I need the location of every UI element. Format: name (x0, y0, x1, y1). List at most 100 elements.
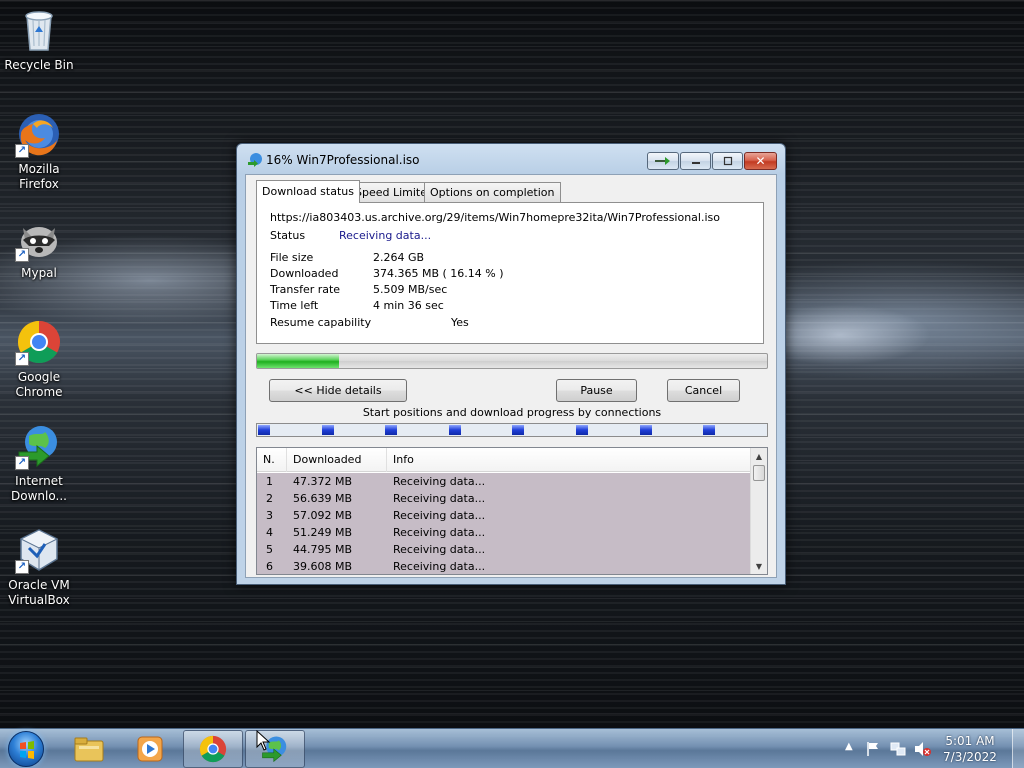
connection-marker (576, 425, 588, 435)
taskbar: ▲ 5:01 AM 7/3/2022 (0, 728, 1024, 768)
table-scrollbar[interactable]: ▲ ▼ (750, 448, 767, 574)
minimize-icon (691, 162, 700, 164)
hide-details-button[interactable]: << Hide details (269, 379, 407, 402)
table-row[interactable]: 2 56.639 MB Receiving data... (257, 490, 750, 507)
file-explorer-icon (74, 737, 104, 762)
desktop-icon-label: Recycle Bin (4, 58, 74, 72)
scroll-up-icon[interactable]: ▲ (751, 448, 767, 464)
minimize-to-tray-button[interactable] (647, 152, 679, 170)
scroll-down-icon[interactable]: ▼ (751, 558, 767, 574)
clock-date: 7/3/2022 (943, 750, 997, 764)
transfer-rate-label: Transfer rate (270, 283, 341, 296)
desktop-icon-recycle-bin[interactable]: Recycle Bin (2, 6, 76, 73)
row-info: Receiving data... (393, 492, 486, 505)
taskbar-media-player[interactable] (120, 730, 180, 768)
window-client-area: Download status Speed Limiter Options on… (245, 174, 777, 578)
row-number: 3 (266, 509, 273, 522)
taskbar-chrome[interactable] (183, 730, 243, 768)
desktop-icon-mypal[interactable]: ↗ Mypal (2, 214, 76, 281)
resume-capability-label: Resume capability (270, 316, 372, 329)
column-header-number[interactable]: N. (257, 448, 287, 472)
taskbar-file-explorer[interactable] (59, 730, 119, 768)
maximize-icon (723, 156, 732, 166)
internet-download-manager-icon: ↗ (15, 422, 63, 470)
tab-label: Options on completion (430, 186, 555, 199)
chrome-icon: ↗ (15, 318, 63, 366)
desktop-icon-internet-download-manager[interactable]: ↗ Internet Downlo... (2, 422, 76, 504)
desktop-icon-virtualbox[interactable]: ↗ Oracle VM VirtualBox (2, 526, 76, 608)
internet-download-manager-icon (247, 152, 263, 168)
row-downloaded: 51.249 MB (293, 526, 353, 539)
download-url: https://ia803403.us.archive.org/29/items… (270, 211, 720, 224)
chrome-icon (199, 735, 227, 763)
transfer-rate-value: 5.509 MB/sec (373, 283, 448, 296)
shortcut-arrow-icon: ↗ (15, 144, 29, 158)
shortcut-arrow-icon: ↗ (15, 560, 29, 574)
shortcut-arrow-icon: ↗ (15, 248, 29, 262)
column-header-downloaded[interactable]: Downloaded (287, 448, 387, 472)
system-clock[interactable]: 5:01 AM 7/3/2022 (930, 733, 1010, 765)
desktop-icon-firefox[interactable]: ↗ Mozilla Firefox (2, 110, 76, 192)
download-progress-bar (256, 353, 768, 369)
row-downloaded: 39.608 MB (293, 560, 353, 573)
connection-marker (703, 425, 716, 435)
table-row[interactable]: 4 51.249 MB Receiving data... (257, 524, 750, 541)
virtualbox-icon: ↗ (15, 526, 63, 574)
row-info: Receiving data... (393, 543, 486, 556)
minimize-button[interactable] (680, 152, 711, 170)
row-downloaded: 47.372 MB (293, 475, 353, 488)
show-hidden-icons-icon[interactable]: ▲ (845, 741, 853, 752)
connection-marker (512, 425, 525, 435)
connections-caption: Start positions and download progress by… (362, 406, 662, 419)
row-number: 5 (266, 543, 273, 556)
tab-download-status[interactable]: Download status (256, 180, 360, 203)
row-info: Receiving data... (393, 560, 486, 573)
connection-marker (448, 425, 461, 435)
download-progress-window[interactable]: 16% Win7Professional.iso ✕ Download stat… (236, 143, 786, 585)
close-button[interactable]: ✕ (744, 152, 777, 170)
connection-marker (639, 425, 652, 435)
row-number: 6 (266, 560, 273, 573)
table-row[interactable]: 3 57.092 MB Receiving data... (257, 507, 750, 524)
row-number: 1 (266, 475, 273, 488)
desktop-icon-chrome[interactable]: ↗ Google Chrome (2, 318, 76, 400)
time-left-label: Time left (270, 299, 319, 312)
row-downloaded: 57.092 MB (293, 509, 353, 522)
shortcut-arrow-icon: ↗ (15, 456, 29, 470)
row-info: Receiving data... (393, 475, 486, 488)
table-row[interactable]: 6 39.608 MB Receiving data... (257, 558, 750, 574)
connections-progress-bar (256, 423, 768, 437)
pause-button[interactable]: Pause (556, 379, 637, 402)
show-desktop-button[interactable] (1012, 729, 1024, 768)
table-body: 1 47.372 MB Receiving data... 2 56.639 M… (257, 473, 750, 574)
row-number: 4 (266, 526, 273, 539)
connections-table[interactable]: N. Downloaded Info 1 47.372 MB Receiving… (256, 447, 768, 575)
downloaded-label: Downloaded (270, 267, 339, 280)
scrollbar-thumb[interactable] (753, 465, 765, 481)
file-size-label: File size (270, 251, 314, 264)
row-info: Receiving data... (393, 526, 486, 539)
taskbar-internet-download-manager[interactable] (245, 730, 305, 768)
column-header-info[interactable]: Info (387, 448, 752, 472)
cancel-button[interactable]: Cancel (667, 379, 740, 402)
media-player-icon (137, 736, 163, 762)
table-row[interactable]: 1 47.372 MB Receiving data... (257, 473, 750, 490)
action-center-flag-icon[interactable] (866, 741, 880, 757)
window-titlebar[interactable]: 16% Win7Professional.iso ✕ (237, 144, 785, 176)
clock-time: 5:01 AM (945, 734, 995, 748)
desktop-icon-label: Mypal (21, 266, 57, 280)
file-size-value: 2.264 GB (373, 251, 425, 264)
status-value: Receiving data... (339, 229, 432, 242)
network-icon[interactable] (890, 741, 906, 757)
windows-logo-icon (20, 741, 34, 759)
maximize-button[interactable] (712, 152, 743, 170)
start-button[interactable] (8, 731, 44, 767)
time-left-value: 4 min 36 sec (373, 299, 444, 312)
connection-marker (321, 425, 334, 435)
tab-options-on-completion[interactable]: Options on completion (424, 182, 561, 202)
status-label: Status (270, 229, 306, 242)
row-downloaded: 56.639 MB (293, 492, 353, 505)
table-row[interactable]: 5 44.795 MB Receiving data... (257, 541, 750, 558)
downloaded-value: 374.365 MB ( 16.14 % ) (373, 267, 504, 280)
mypal-icon: ↗ (15, 214, 63, 262)
